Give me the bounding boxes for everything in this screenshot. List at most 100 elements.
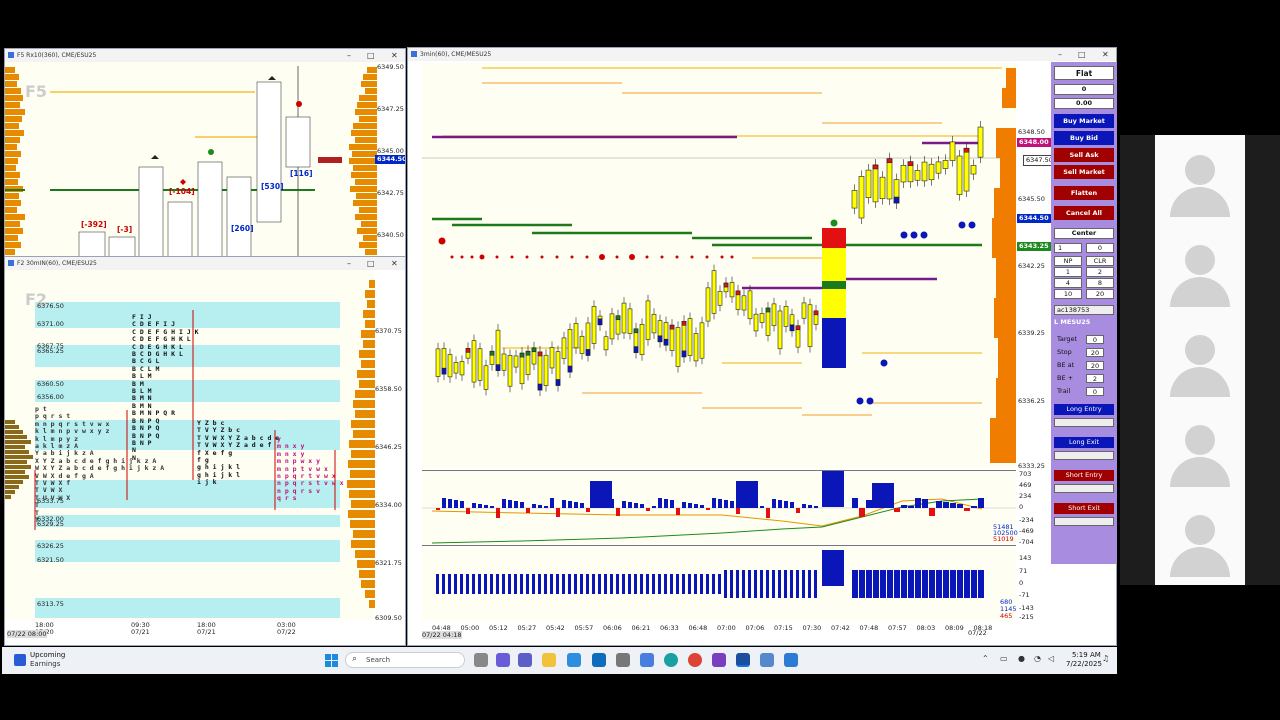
clock-date[interactable]: 7/22/2025 [1066, 660, 1102, 668]
weather-icon[interactable] [14, 654, 26, 666]
be-plus-input[interactable]: 2 [1086, 374, 1104, 383]
long-entry-select[interactable] [1054, 418, 1114, 427]
f5-chart-window[interactable]: F5 Rx10(360), CME/ESU25 – □ ✕ F5 [-392] … [4, 48, 406, 258]
search-box[interactable]: ⌕ Search [345, 652, 465, 668]
close-icon[interactable]: ✕ [1102, 48, 1109, 61]
delta-bar [520, 502, 524, 508]
candle-body [949, 141, 956, 161]
photos-icon[interactable] [784, 653, 798, 667]
trading-app-icon[interactable] [736, 653, 750, 667]
short-entry-button[interactable]: Short Entry [1054, 470, 1114, 481]
store-icon[interactable] [567, 653, 581, 667]
qty-preset[interactable]: 1 [1054, 267, 1082, 277]
trail-input[interactable]: 0 [1086, 387, 1104, 396]
candle-body [579, 335, 585, 354]
delta-bar [712, 498, 716, 508]
target-input[interactable]: 0 [1086, 335, 1104, 344]
long-entry-button[interactable]: Long Entry [1054, 404, 1114, 415]
price-chart-area[interactable] [422, 63, 1016, 468]
tray-chevron-icon[interactable]: ⌃ [982, 654, 989, 663]
flatten-button[interactable]: Flatten [1054, 186, 1114, 200]
vol-label: 143 [1019, 554, 1032, 562]
volume-icon[interactable]: ◁ [1048, 654, 1054, 663]
qty-preset[interactable]: 20 [1086, 289, 1114, 299]
volume-bar [652, 574, 655, 594]
short-exit-select[interactable] [1054, 517, 1114, 526]
outlook-icon[interactable] [592, 653, 606, 667]
minimize-icon[interactable]: – [347, 49, 351, 62]
delta-panel[interactable] [422, 470, 1016, 544]
long-exit-button[interactable]: Long Exit [1054, 437, 1114, 448]
minimize-icon[interactable]: – [347, 257, 351, 270]
participant-tile[interactable] [1155, 225, 1245, 315]
delta-bar [634, 503, 638, 508]
candle-body [956, 155, 963, 195]
date-label: 07/22 [277, 628, 296, 636]
maximize-icon[interactable]: □ [1078, 48, 1086, 61]
edge-icon[interactable] [664, 653, 678, 667]
task-view-icon[interactable] [474, 653, 488, 667]
volume-panel[interactable] [422, 545, 1016, 621]
maximize-icon[interactable]: □ [367, 49, 375, 62]
candle-body [567, 329, 573, 373]
cancel-all-button[interactable]: Cancel All [1054, 206, 1114, 220]
be-at-input[interactable]: 20 [1086, 361, 1104, 370]
short-exit-button[interactable]: Short Exit [1054, 503, 1114, 514]
visual-studio-icon[interactable] [712, 653, 726, 667]
maximize-icon[interactable]: □ [367, 257, 375, 270]
f5-titlebar[interactable]: F5 Rx10(360), CME/ESU25 [5, 49, 405, 62]
file-explorer-icon[interactable] [542, 653, 556, 667]
f2-titlebar[interactable]: F2 30mIN(60), CME/ESU25 [5, 257, 405, 270]
participant-tile[interactable] [1155, 315, 1245, 405]
participant-tile[interactable] [1155, 405, 1245, 495]
minimize-icon[interactable]: – [1058, 48, 1062, 61]
qty-preset[interactable]: 2 [1086, 267, 1114, 277]
close-icon[interactable]: ✕ [391, 257, 398, 270]
sell-market-button[interactable]: Sell Market [1054, 165, 1114, 179]
window-app-icon[interactable] [760, 653, 774, 667]
long-exit-select[interactable] [1054, 451, 1114, 460]
delta-bar [448, 499, 452, 508]
f2-right-profile [347, 280, 375, 608]
settings-icon[interactable] [616, 653, 630, 667]
time-label: 05:27 [517, 624, 537, 632]
short-entry-select[interactable] [1054, 484, 1114, 493]
f2-chart-area[interactable]: F2 6376.50 6371.00 6367.75 6365.25 6360.… [5, 270, 375, 620]
f2-chart-window[interactable]: F2 30mIN(60), CME/ESU25 – □ ✕ F2 6376.50… [4, 256, 406, 646]
candle-body [777, 310, 783, 350]
windows-start-icon[interactable] [325, 654, 338, 667]
qty-input[interactable]: 1 [1054, 243, 1082, 253]
volume-bar [658, 574, 661, 594]
buy-bid-button[interactable]: Buy Bid [1054, 131, 1114, 145]
delta-bar [532, 504, 536, 508]
account-select[interactable]: ac138753 [1054, 305, 1114, 315]
qty-preset[interactable]: 8 [1086, 278, 1114, 288]
volume-bar [568, 574, 571, 594]
chrome-icon[interactable] [688, 653, 702, 667]
close-icon[interactable]: ✕ [391, 49, 398, 62]
snip-icon[interactable] [640, 653, 654, 667]
network-icon[interactable]: ▭ [1000, 654, 1008, 663]
qty-preset[interactable]: 10 [1054, 289, 1082, 299]
weather-title[interactable]: Upcoming [30, 651, 65, 659]
buy-market-button[interactable]: Buy Market [1054, 114, 1114, 128]
stop-input[interactable]: 20 [1086, 348, 1104, 357]
f5-chart-area[interactable]: F5 [-392] [-3] [-104] [260] [530] [116] [5, 62, 377, 257]
qty-preset[interactable]: CLR [1086, 256, 1114, 266]
center-button[interactable]: Center [1054, 228, 1114, 239]
notification-bell-icon[interactable]: ♫ [1102, 654, 1109, 663]
participant-tile[interactable] [1155, 495, 1245, 585]
main-chart-window[interactable]: 3min(60), CME/MESU25 – □ ✕ 6348.50 6348.… [407, 47, 1117, 646]
clock-time[interactable]: 5:19 AM [1072, 651, 1101, 659]
copilot-icon[interactable] [496, 653, 510, 667]
teams-icon[interactable] [518, 653, 532, 667]
qty-preset[interactable]: 4 [1054, 278, 1082, 288]
participant-tile[interactable] [1155, 135, 1245, 225]
mic-icon[interactable]: ● [1018, 654, 1025, 663]
sell-ask-button[interactable]: Sell Ask [1054, 148, 1114, 162]
volume-bar [604, 574, 607, 594]
qty-right-field[interactable]: 0 [1086, 243, 1114, 253]
qty-preset[interactable]: NP [1054, 256, 1082, 266]
wifi-icon[interactable]: ◔ [1034, 654, 1041, 663]
main-titlebar[interactable]: 3min(60), CME/MESU25 [408, 48, 1116, 61]
